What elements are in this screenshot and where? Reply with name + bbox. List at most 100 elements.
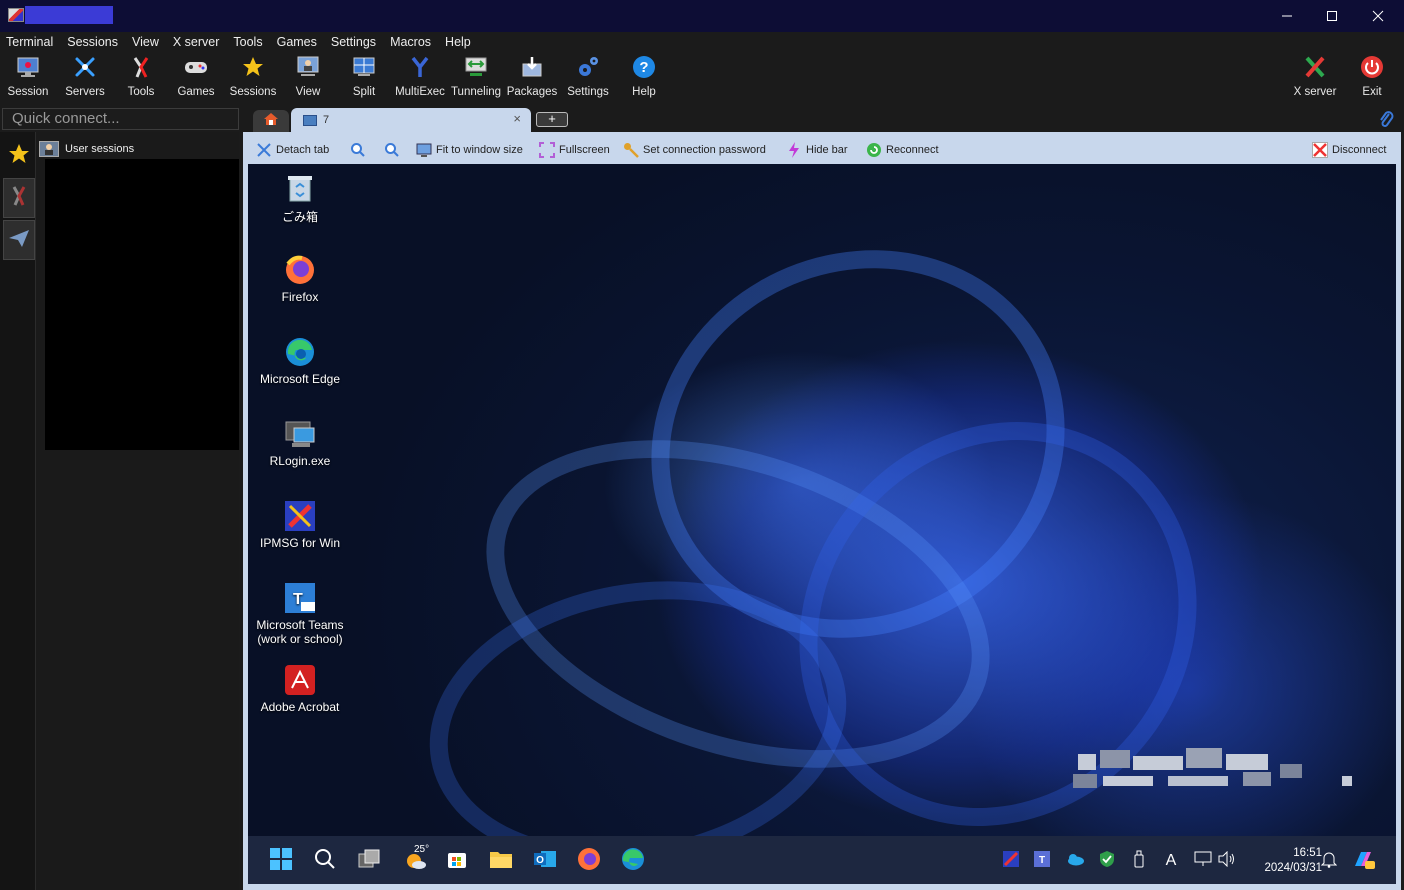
star-icon (8, 143, 30, 170)
tray-usb[interactable] (1126, 848, 1152, 874)
app-icon (8, 8, 24, 22)
packages-button[interactable]: Packages (502, 54, 562, 100)
fullscreen-button[interactable]: Fullscreen (539, 142, 610, 158)
taskbar-edge[interactable] (620, 847, 646, 874)
split-button[interactable]: Split (334, 54, 394, 100)
paper-plane-icon (8, 228, 30, 253)
desktop-icon-firefox[interactable]: Firefox (250, 254, 350, 304)
sidebar-tab-tools[interactable] (3, 178, 35, 218)
taskbar-outlook[interactable]: O (532, 848, 558, 874)
sessions-tree[interactable] (45, 159, 239, 450)
recycle-bin-icon (284, 172, 316, 204)
hide-bar-button[interactable]: Hide bar (786, 142, 848, 158)
network-icon (1194, 851, 1212, 872)
paperclip-icon[interactable] (1378, 110, 1394, 133)
desktop-icon-rlogin[interactable]: RLogin.exe (250, 418, 350, 468)
outlook-icon: O (533, 847, 557, 876)
tray-volume[interactable] (1214, 848, 1240, 874)
exit-button[interactable]: Exit (1342, 54, 1402, 100)
start-button[interactable] (268, 847, 294, 874)
taskbar-file-explorer[interactable] (488, 848, 514, 874)
acrobat-icon (284, 664, 316, 696)
set-password-button[interactable]: Set connection password (623, 142, 766, 158)
tray-ipmsg[interactable] (998, 848, 1024, 874)
home-icon (263, 112, 279, 131)
new-tab-button[interactable]: + (536, 112, 568, 127)
multiexec-icon (407, 54, 433, 80)
menu-view[interactable]: View (132, 32, 159, 52)
redacted-mosaic (1133, 756, 1183, 770)
task-view-button[interactable] (356, 848, 382, 874)
session-button[interactable]: Session (0, 54, 58, 100)
menu-help[interactable]: Help (445, 32, 471, 52)
split-icon (351, 54, 377, 80)
menu-macros[interactable]: Macros (390, 32, 431, 52)
tab-session-7[interactable]: 7 × (291, 108, 531, 132)
svg-text:O: O (536, 855, 544, 866)
tunneling-button[interactable]: Tunneling (446, 54, 506, 100)
minimize-button[interactable] (1264, 0, 1310, 32)
menu-bar: Terminal Sessions View X server Tools Ga… (0, 32, 1404, 52)
menu-tools[interactable]: Tools (233, 32, 262, 52)
reconnect-button[interactable]: Reconnect (866, 142, 939, 158)
disconnect-button[interactable]: Disconnect (1312, 142, 1386, 158)
menu-sessions[interactable]: Sessions (67, 32, 118, 52)
help-icon: ? (631, 54, 657, 80)
tray-copilot[interactable] (1350, 848, 1376, 874)
home-tab[interactable] (253, 110, 289, 132)
quick-connect-input[interactable]: Quick connect... (2, 108, 239, 130)
tray-teams[interactable]: T (1030, 848, 1056, 874)
firefox-icon (577, 847, 601, 876)
servers-button[interactable]: Servers (55, 54, 115, 100)
window-title-block (25, 6, 113, 24)
desktop-icon-ipmsg[interactable]: IPMSG for Win (250, 500, 350, 550)
menu-games[interactable]: Games (277, 32, 317, 52)
tray-notifications[interactable] (1316, 848, 1342, 874)
zoom-out-button[interactable] (384, 142, 404, 158)
games-button[interactable]: Games (166, 54, 226, 100)
desktop-icon-adobe-acrobat[interactable]: Adobe Acrobat (250, 664, 350, 714)
desktop-icon-teams[interactable]: T Microsoft Teams (work or school) (250, 582, 350, 646)
taskbar-clock[interactable]: 16:51 2024/03/31 (1246, 846, 1322, 876)
remote-desktop[interactable]: ごみ箱 Firefox Microsoft Edge RLogin.exe IP… (248, 164, 1396, 836)
tools-button[interactable]: Tools (111, 54, 171, 100)
user-sessions-node[interactable]: User sessions (39, 140, 134, 158)
tunneling-icon (463, 54, 489, 80)
taskbar-search[interactable] (312, 848, 338, 874)
multiexec-button[interactable]: MultiExec (390, 54, 450, 100)
taskbar-store[interactable] (444, 848, 470, 874)
sidebar-vertical-tabs (0, 132, 36, 890)
desktop-icon-recycle-bin[interactable]: ごみ箱 (250, 172, 350, 225)
menu-terminal[interactable]: Terminal (6, 32, 53, 52)
title-bar (0, 0, 1404, 32)
menu-settings[interactable]: Settings (331, 32, 376, 52)
sessions-button[interactable]: Sessions (223, 54, 283, 100)
fit-to-window-button[interactable]: Fit to window size (416, 142, 523, 158)
weather-widget[interactable]: 25° (400, 844, 432, 874)
taskbar-firefox[interactable] (576, 847, 602, 876)
menu-xserver[interactable]: X server (173, 32, 220, 52)
tray-network[interactable] (1190, 848, 1216, 874)
zoom-out-icon (384, 142, 400, 158)
tools-icon (128, 54, 154, 80)
close-button[interactable] (1355, 0, 1401, 32)
mobaxterm-window: Terminal Sessions View X server Tools Ga… (0, 0, 1404, 890)
detach-tab-button[interactable]: Detach tab (256, 142, 329, 158)
xserver-button[interactable]: X server (1285, 54, 1345, 100)
maximize-button[interactable] (1309, 0, 1355, 32)
tab-close-icon[interactable]: × (513, 111, 521, 126)
tray-ime[interactable]: A (1158, 848, 1184, 874)
ipmsg-icon (1003, 850, 1019, 872)
tray-security[interactable] (1094, 848, 1120, 874)
help-button[interactable]: ? Help (614, 54, 674, 100)
tray-onedrive[interactable] (1062, 848, 1088, 874)
desktop-icon-microsoft-edge[interactable]: Microsoft Edge (250, 336, 350, 386)
view-button[interactable]: View (278, 54, 338, 100)
sidebar-tab-sftp[interactable] (3, 220, 35, 260)
settings-button[interactable]: Settings (558, 54, 618, 100)
sidebar-tab-sessions[interactable] (3, 136, 35, 176)
rdp-icon (303, 114, 317, 126)
teams-icon: T (1034, 850, 1052, 872)
zoom-in-button[interactable] (350, 142, 370, 158)
user-sessions-label: User sessions (65, 143, 135, 155)
